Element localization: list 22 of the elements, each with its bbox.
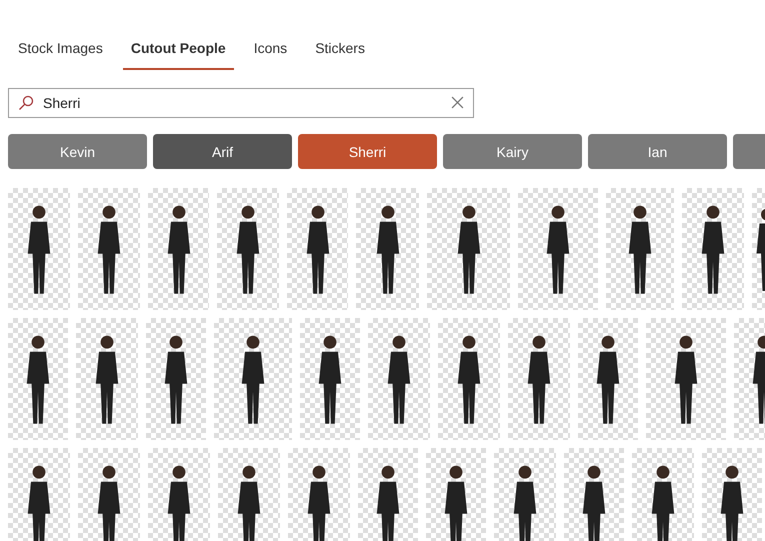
search-field[interactable]: Sherri bbox=[8, 88, 474, 118]
search-icon bbox=[18, 95, 34, 111]
person-chip[interactable]: Kevin bbox=[8, 134, 147, 169]
photo-placeholder[interactable] bbox=[8, 318, 68, 440]
photo-placeholder[interactable] bbox=[578, 318, 638, 440]
person-chip[interactable]: Kairy bbox=[443, 134, 582, 169]
photo-placeholder[interactable] bbox=[564, 448, 624, 541]
photo-placeholder[interactable] bbox=[300, 318, 360, 440]
photo-placeholder[interactable] bbox=[518, 188, 598, 310]
photo-placeholder[interactable] bbox=[702, 448, 762, 541]
person-chip[interactable]: Arif bbox=[153, 134, 292, 169]
photo-placeholder[interactable] bbox=[146, 318, 206, 440]
person-chip[interactable]: Sherri bbox=[298, 134, 437, 169]
tab[interactable]: Icons bbox=[246, 30, 296, 70]
photo-placeholder[interactable] bbox=[358, 448, 418, 541]
tab[interactable]: Stickers bbox=[307, 30, 373, 70]
close-icon[interactable] bbox=[451, 96, 464, 109]
tab[interactable]: Stock Images bbox=[10, 30, 111, 70]
person-chip[interactable]: Ian bbox=[588, 134, 727, 169]
photo-placeholder[interactable] bbox=[426, 448, 486, 541]
photo-placeholder[interactable] bbox=[646, 318, 726, 440]
tab[interactable]: Cutout People bbox=[122, 30, 234, 70]
